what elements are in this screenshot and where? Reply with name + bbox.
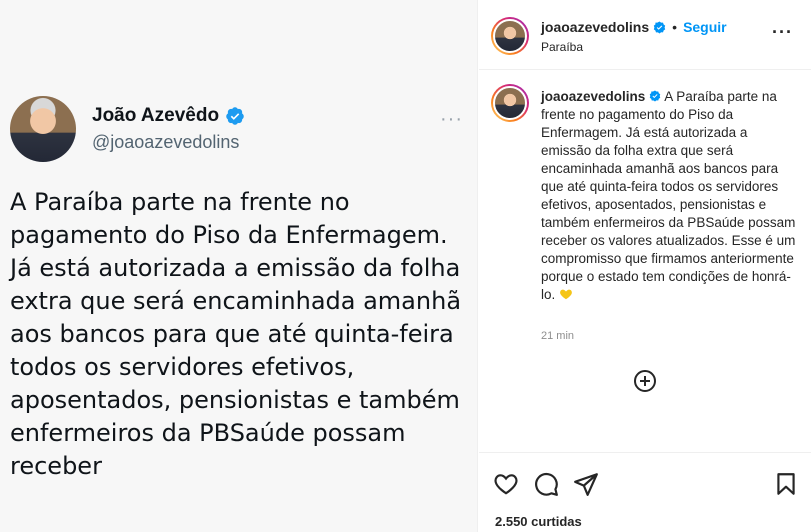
verified-icon — [650, 90, 661, 102]
tweet-text: A Paraíba parte na frente no pagamento d… — [10, 188, 462, 480]
tweet-handle: @joaoazevedolins — [92, 132, 240, 152]
bookmark-icon[interactable] — [773, 471, 799, 497]
caption-avatar[interactable] — [491, 84, 529, 122]
caption-username[interactable]: joaoazevedolins — [541, 89, 645, 104]
post-image: João Azevêdo @joaoazevedolins ··· A Para… — [0, 0, 478, 532]
more-options-icon[interactable]: ··· — [772, 22, 793, 43]
yellow-heart-emoji-icon — [560, 289, 572, 300]
author-username[interactable]: joaoazevedolins — [541, 19, 649, 35]
heart-icon[interactable] — [493, 471, 519, 497]
tweet-more-icon: ··· — [440, 108, 463, 130]
verified-icon — [226, 107, 244, 125]
post-time: 21 min — [541, 330, 575, 342]
tweet-names: João Azevêdo @joaoazevedolins — [92, 105, 245, 153]
verified-icon — [653, 21, 666, 33]
post-panel: joaoazevedolins • Seguir Paraíba ··· joa… — [479, 0, 811, 532]
header-user-row: joaoazevedolins • Seguir — [541, 19, 727, 35]
likes-count[interactable]: 2.550 curtidas — [495, 514, 582, 529]
add-comment-icon[interactable] — [633, 369, 657, 393]
caption-text: A Paraíba parte na frente no pagamento d… — [541, 89, 796, 302]
tweet-display-name: João Azevêdo — [92, 105, 220, 126]
post-caption: joaoazevedolins A Paraíba parte na frent… — [541, 88, 799, 304]
comment-icon[interactable] — [533, 471, 559, 497]
action-bar: 2.550 curtidas — [479, 452, 811, 532]
tweet-header: João Azevêdo @joaoazevedolins — [10, 96, 245, 162]
tweet-avatar — [10, 96, 76, 162]
tweet-name-row: João Azevêdo — [92, 105, 245, 127]
follow-button[interactable]: Seguir — [683, 19, 727, 35]
post-header: joaoazevedolins • Seguir Paraíba ··· — [479, 0, 811, 70]
author-avatar[interactable] — [491, 17, 529, 55]
share-icon[interactable] — [573, 471, 599, 497]
post-location[interactable]: Paraíba — [541, 40, 583, 54]
separator-dot: • — [672, 19, 678, 35]
